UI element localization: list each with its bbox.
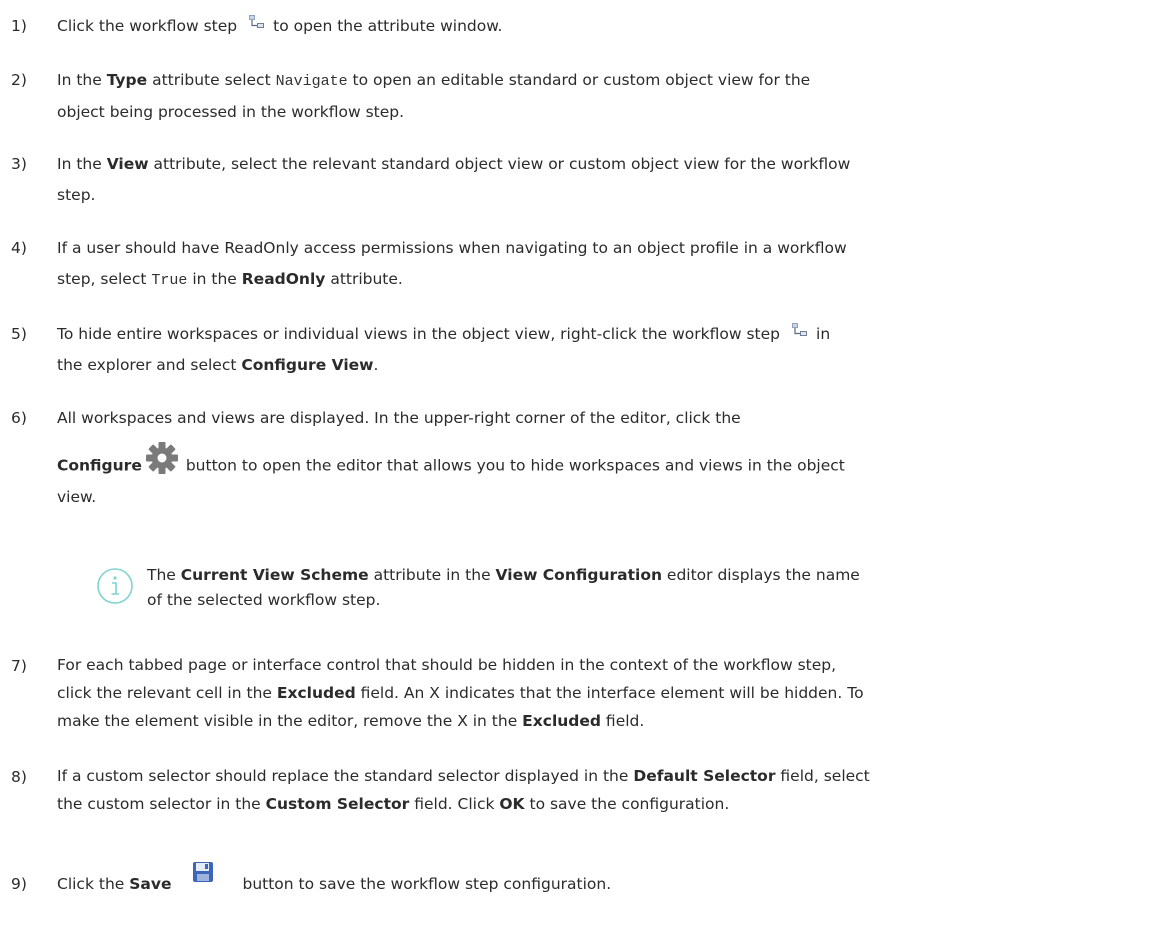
step-number: 9) <box>11 875 27 893</box>
workflow-step-icon <box>792 322 808 337</box>
step-text: Click the Save button to save the workflo… <box>57 861 1162 900</box>
step-number: 1) <box>11 17 27 35</box>
workflow-step-icon <box>249 14 265 29</box>
step-text: If a user should have ReadOnly access pe… <box>57 239 847 289</box>
step-text: For each tabbed page or interface contro… <box>57 656 864 730</box>
info-note: The Current View Scheme attribute in the… <box>147 566 860 609</box>
step-text: In the View attribute, select the releva… <box>57 155 851 204</box>
step-text: In the Type attribute select Navigate to… <box>57 71 811 121</box>
save-icon <box>192 861 214 883</box>
step-text: To hide entire workspaces or individual … <box>57 319 1162 381</box>
info-icon <box>95 566 139 610</box>
step-number: 6) <box>11 409 27 427</box>
step-number: 3) <box>11 155 27 173</box>
step-text: All workspaces and views are displayed. … <box>57 409 845 506</box>
step-number: 4) <box>11 239 27 257</box>
step-text: If a custom selector should replace the … <box>57 767 870 813</box>
gear-icon <box>144 442 180 474</box>
step-text: Click the workflow step to open the attri… <box>57 11 1162 42</box>
step-number: 7) <box>11 657 27 675</box>
step-number: 2) <box>11 71 27 89</box>
step-number: 8) <box>11 768 27 786</box>
step-number: 5) <box>11 325 27 343</box>
